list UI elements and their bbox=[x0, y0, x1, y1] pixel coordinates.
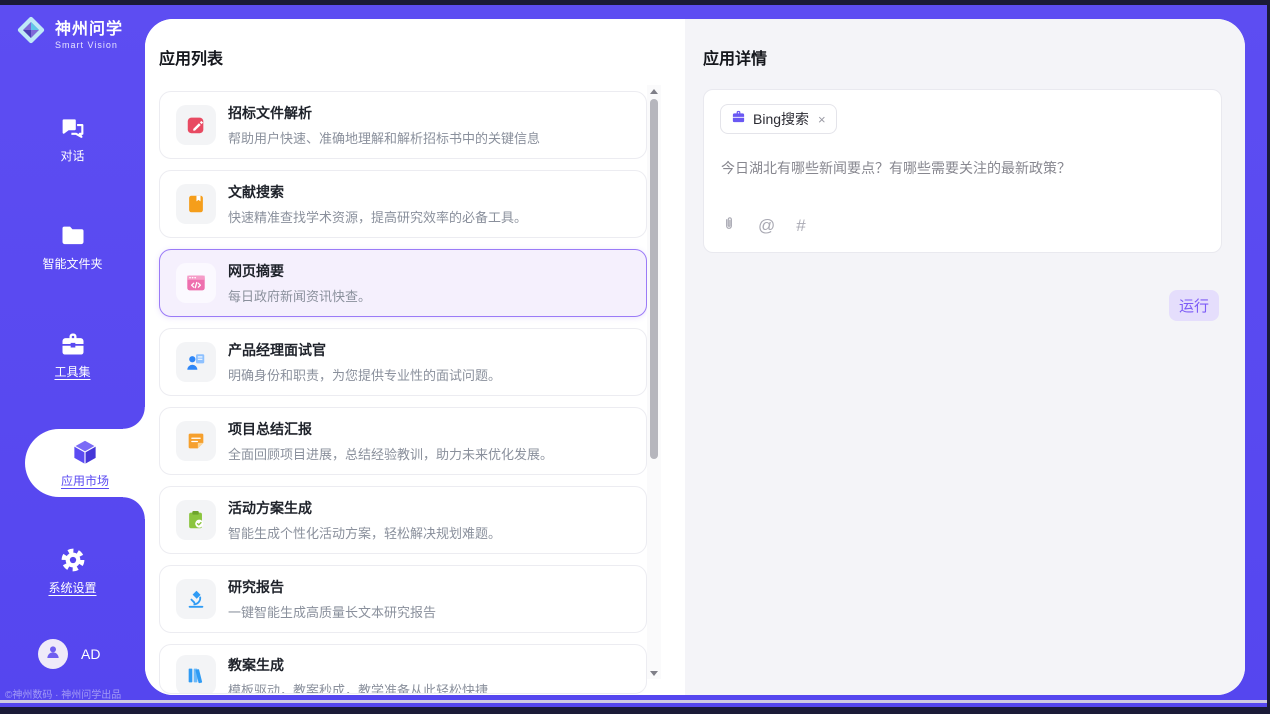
copyright-footer: ©神州数码 · 神州问学出品 bbox=[5, 686, 121, 701]
avatar bbox=[38, 639, 68, 669]
blue-microscope-icon bbox=[176, 579, 216, 619]
app-name: 招标文件解析 bbox=[228, 103, 540, 123]
cube-icon bbox=[70, 437, 100, 467]
gear-icon bbox=[59, 546, 87, 574]
app-name: 活动方案生成 bbox=[228, 498, 501, 518]
sidebar-item-label: 对话 bbox=[60, 147, 84, 164]
briefcase-icon bbox=[731, 109, 746, 129]
app-card-research-report[interactable]: 研究报告 一键智能生成高质量长文本研究报告 bbox=[159, 565, 647, 633]
sidebar-item-label: 智能文件夹 bbox=[42, 255, 102, 272]
app-desc: 模板驱动，教案秒成，教学准备从此轻松快捷 bbox=[228, 680, 488, 694]
prompt-card[interactable]: Bing搜索 × 今日湖北有哪些新闻要点？有哪些需要关注的最新政策？ @ # bbox=[703, 89, 1222, 253]
sidebar-item-chat[interactable]: 对话 bbox=[0, 105, 145, 173]
scroll-up-arrow-icon[interactable] bbox=[647, 85, 661, 97]
red-edit-doc-icon bbox=[176, 105, 216, 145]
run-button[interactable]: 运行 bbox=[1169, 290, 1219, 321]
app-name: 网页摘要 bbox=[228, 261, 371, 281]
scrollbar-thumb[interactable] bbox=[650, 99, 658, 459]
sidebar-item-toolbox[interactable]: 工具集 bbox=[0, 321, 145, 389]
brand-logo: 神州问学 Smart Vision bbox=[14, 13, 123, 52]
orange-note-icon bbox=[176, 421, 216, 461]
app-name: 项目总结汇报 bbox=[228, 419, 553, 439]
sidebar-item-smart-folder[interactable]: 智能文件夹 bbox=[0, 213, 145, 281]
app-frame: 神州问学 Smart Vision 对话 bbox=[0, 5, 1267, 707]
app-desc: 快速精准查找学术资源，提高研究效率的必备工具。 bbox=[228, 207, 527, 226]
blue-interviewer-icon bbox=[176, 342, 216, 382]
sidebar-item-label: 工具集 bbox=[54, 363, 90, 380]
app-desc: 一键智能生成高质量长文本研究报告 bbox=[228, 602, 436, 621]
folder-icon bbox=[59, 222, 87, 250]
app-list-panel: 应用列表 招标文件解析 帮助用户快速、准确地理解和解析招标书中的关键信息 bbox=[145, 19, 685, 695]
chat-bubbles-icon bbox=[59, 114, 87, 142]
user-name: AD bbox=[81, 646, 100, 662]
main-panel: 应用列表 招标文件解析 帮助用户快速、准确地理解和解析招标书中的关键信息 bbox=[145, 19, 1245, 695]
avatar-person-icon bbox=[44, 643, 62, 666]
diamond-gem-icon bbox=[14, 13, 48, 52]
paperclip-icon[interactable] bbox=[721, 215, 737, 236]
toolbox-icon bbox=[59, 330, 87, 358]
app-name: 教案生成 bbox=[228, 655, 488, 675]
app-name: 文献搜索 bbox=[228, 182, 527, 202]
app-desc: 每日政府新闻资讯快查。 bbox=[228, 286, 371, 305]
bottom-strip bbox=[0, 700, 1267, 703]
hash-icon[interactable]: # bbox=[796, 217, 805, 234]
app-list-title: 应用列表 bbox=[159, 45, 685, 69]
app-card-project-summary[interactable]: 项目总结汇报 全面回顾项目进展，总结经验教训，助力未来优化发展。 bbox=[159, 407, 647, 475]
app-card-event-plan[interactable]: 活动方案生成 智能生成个性化活动方案，轻松解决规划难题。 bbox=[159, 486, 647, 554]
app-detail-title: 应用详情 bbox=[703, 45, 1245, 69]
app-card-bid-doc-parse[interactable]: 招标文件解析 帮助用户快速、准确地理解和解析招标书中的关键信息 bbox=[159, 91, 647, 159]
tool-tag-bing-search[interactable]: Bing搜索 × bbox=[720, 104, 837, 134]
app-desc: 明确身份和职责，为您提供专业性的面试问题。 bbox=[228, 365, 501, 384]
at-sign-icon[interactable]: @ bbox=[758, 217, 775, 234]
query-input[interactable]: 今日湖北有哪些新闻要点？有哪些需要关注的最新政策？ bbox=[721, 158, 1205, 178]
app-detail-panel: 应用详情 Bing搜索 × 今日湖北有哪些新闻要点？有哪些需要关注的最新政策？ bbox=[685, 19, 1245, 695]
sidebar-item-label: 系统设置 bbox=[48, 579, 96, 596]
scroll-down-arrow-icon[interactable] bbox=[647, 667, 661, 679]
user-account[interactable]: AD bbox=[38, 639, 100, 669]
app-card-list: 招标文件解析 帮助用户快速、准确地理解和解析招标书中的关键信息 文献搜索 快速精… bbox=[159, 91, 647, 694]
pink-browser-code-icon bbox=[176, 263, 216, 303]
sidebar-nav: 对话 智能文件夹 工具集 bbox=[0, 105, 145, 645]
app-name: 研究报告 bbox=[228, 577, 436, 597]
sidebar: 神州问学 Smart Vision 对话 bbox=[0, 5, 145, 707]
app-name: 产品经理面试官 bbox=[228, 340, 501, 360]
app-desc: 智能生成个性化活动方案，轻松解决规划难题。 bbox=[228, 523, 501, 542]
sidebar-item-label: 应用市场 bbox=[61, 472, 109, 489]
green-clipboard-check-icon bbox=[176, 500, 216, 540]
app-card-pm-interviewer[interactable]: 产品经理面试官 明确身份和职责，为您提供专业性的面试问题。 bbox=[159, 328, 647, 396]
app-list-scrollbar[interactable] bbox=[647, 85, 661, 679]
sidebar-item-settings[interactable]: 系统设置 bbox=[0, 537, 145, 605]
tool-tag-label: Bing搜索 bbox=[753, 109, 809, 129]
app-card-lesson-plan[interactable]: 教案生成 模板驱动，教案秒成，教学准备从此轻松快捷 bbox=[159, 644, 647, 694]
blue-books-icon bbox=[176, 655, 216, 694]
app-card-literature-search[interactable]: 文献搜索 快速精准查找学术资源，提高研究效率的必备工具。 bbox=[159, 170, 647, 238]
sidebar-item-app-market[interactable]: 应用市场 bbox=[25, 429, 145, 497]
close-icon[interactable]: × bbox=[818, 112, 826, 127]
input-toolbar: @ # bbox=[721, 215, 806, 236]
brand-name: 神州问学 bbox=[55, 15, 123, 39]
app-desc: 全面回顾项目进展，总结经验教训，助力未来优化发展。 bbox=[228, 444, 553, 463]
app-desc: 帮助用户快速、准确地理解和解析招标书中的关键信息 bbox=[228, 128, 540, 147]
brand-subtitle: Smart Vision bbox=[55, 40, 123, 50]
app-card-web-summary[interactable]: 网页摘要 每日政府新闻资讯快查。 bbox=[159, 249, 647, 317]
orange-book-icon bbox=[176, 184, 216, 224]
